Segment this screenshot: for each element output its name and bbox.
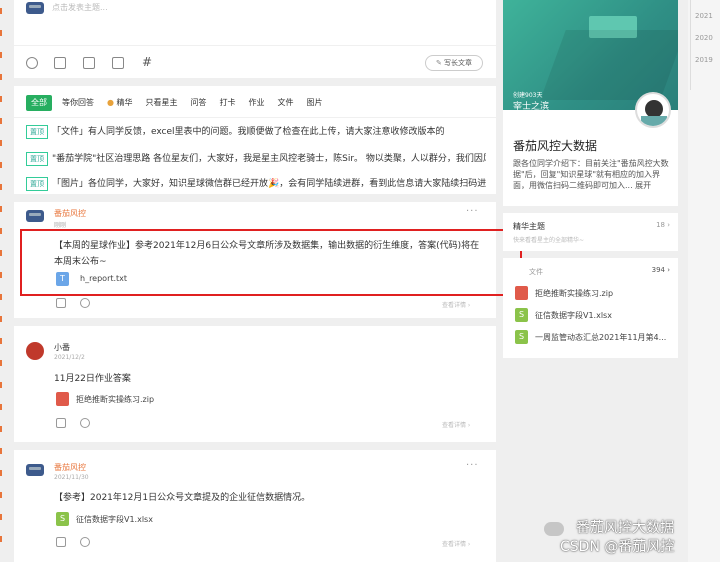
tab-qa[interactable]: 问答 [188, 95, 210, 111]
highlight-box [20, 229, 522, 296]
view-details-link[interactable]: 查看详情 › [442, 420, 470, 429]
group-info-card: 创建903天 宰士之滨 番茄风控大数据 跟各位同学介绍下：目前关注"番茄风控大数… [503, 0, 678, 206]
pinned-tag: 置顶 [26, 152, 48, 166]
divider [14, 45, 496, 46]
featured-title: 精华主题 [513, 222, 545, 231]
avatar [26, 210, 44, 222]
tab-checkin[interactable]: 打卡 [217, 95, 239, 111]
like-icon[interactable] [56, 418, 66, 428]
files-title[interactable]: 文件 [529, 267, 543, 277]
comment-icon[interactable] [80, 298, 90, 308]
more-options-icon[interactable]: ··· [466, 206, 479, 217]
year-2019[interactable]: 2019 [695, 56, 713, 64]
attachment-filename[interactable]: 征信数据字段V1.xlsx [76, 514, 153, 525]
post-card: 小番 2021/12/2 11月22日作业答案 拒绝推断实操练习.zip 查看详… [14, 326, 496, 442]
feed-card: 全部 等你回答 ● 精华 只看星主 问答 打卡 作业 文件 图片 置顶 「文件」有… [14, 86, 496, 194]
tab-homework[interactable]: 作业 [246, 95, 268, 111]
thumb-icon: ● [107, 98, 114, 107]
avatar [26, 2, 44, 14]
video-icon[interactable] [112, 57, 124, 69]
pinned-item[interactable]: 置顶 「文件」有人同学反馈，excel里表中的问题。我顺便做了检查在此上传，请大家… [26, 124, 486, 139]
view-details-link[interactable]: 查看详情 › [442, 300, 470, 309]
watermark-line1: 番茄风控大数据 [576, 520, 674, 536]
files-card: 文件 394 › 拒绝推断实操练习.zip S 征信数据字段V1.xlsx S … [503, 258, 678, 358]
file-item[interactable]: 一周监管动态汇总2021年11月第4... [535, 332, 675, 343]
image-icon[interactable] [54, 57, 66, 69]
pinned-item[interactable]: 置顶 「图片」各位同学，大家好，知识星球微信群已经开放🎉，会有同学陆续进群，看到此… [26, 176, 486, 191]
attachment-filename[interactable]: 拒绝推断实操练习.zip [76, 394, 154, 405]
divider [14, 117, 496, 118]
watermark-line2: CSDN @番茄风控 [560, 539, 675, 555]
comment-icon[interactable] [80, 418, 90, 428]
group-name: 番茄风控大数据 [513, 139, 598, 153]
post-date: 2021/11/30 [54, 474, 89, 481]
year-2021[interactable]: 2021 [695, 12, 713, 20]
post-author[interactable]: 小番 [54, 342, 70, 353]
avatar [26, 342, 44, 360]
filter-tabs: 全部 等你回答 ● 精华 只看星主 问答 打卡 作业 文件 图片 [26, 95, 326, 111]
tab-owner-only[interactable]: 只看星主 [143, 95, 181, 111]
post-date: 刚刚 [54, 222, 67, 229]
composer-card: 点击发表主题... # ✎ 写长文章 [14, 0, 496, 78]
more-options-icon[interactable]: ··· [466, 460, 479, 471]
files-count[interactable]: 394 › [652, 266, 670, 274]
hashtag-icon[interactable]: # [142, 55, 152, 69]
file-icon[interactable] [83, 57, 95, 69]
group-description: 跟各位同学介绍下：目前关注"番茄风控大数据"后，回复"知识星球"就有相应的加入界… [513, 159, 669, 190]
emoji-icon[interactable] [26, 57, 38, 69]
avatar [26, 464, 44, 476]
post-content: 【参考】2021年12月1日公众号文章提及的企业征信数据情况。 [54, 493, 311, 503]
owner-avatar[interactable] [635, 92, 671, 128]
view-details-link[interactable]: 查看详情 › [442, 539, 470, 548]
post-author[interactable]: 番茄风控 [54, 208, 86, 219]
watermark-logo-icon [544, 522, 564, 536]
post-date: 2021/12/2 [54, 354, 85, 361]
zip-file-icon [56, 392, 69, 406]
featured-subtitle: 快来看看星主的全部精华~ [513, 237, 585, 244]
pinned-tag: 置顶 [26, 177, 48, 191]
featured-count: 18 › [656, 221, 670, 229]
file-item[interactable]: 征信数据字段V1.xlsx [535, 310, 612, 321]
post-card: 番茄风控 2021/11/30 ··· 【参考】2021年12月1日公众号文章提… [14, 450, 496, 562]
owner-name[interactable]: 宰士之滨 [513, 99, 549, 112]
tab-awaiting-answer[interactable]: 等你回答 [59, 95, 97, 111]
like-icon[interactable] [56, 537, 66, 547]
excel-file-icon: S [515, 330, 528, 344]
excel-file-icon: S [515, 308, 528, 322]
pen-icon: ✎ [435, 59, 442, 67]
excel-file-icon: S [56, 512, 69, 526]
like-icon[interactable] [56, 298, 66, 308]
featured-card[interactable]: 精华主题 18 › 快来看看星主的全部精华~ [503, 213, 678, 251]
composer-input[interactable]: 点击发表主题... [52, 2, 108, 13]
post-content: 11月22日作业答案 [54, 374, 131, 384]
comment-icon[interactable] [80, 537, 90, 547]
created-days: 创建903天 [513, 92, 543, 99]
year-2020[interactable]: 2020 [695, 34, 713, 42]
pinned-item[interactable]: 置顶 "番茄学院"社区治理思路 各位星友们，大家好，我是星主风控老骑士，陈Sir。… [26, 151, 486, 166]
tab-files[interactable]: 文件 [275, 95, 297, 111]
post-author[interactable]: 番茄风控 [54, 462, 86, 473]
file-item[interactable]: 拒绝推断实操练习.zip [535, 288, 613, 299]
write-article-button[interactable]: ✎ 写长文章 [425, 55, 483, 71]
pinned-tag: 置顶 [26, 125, 48, 139]
tab-all[interactable]: 全部 [26, 95, 52, 111]
year-timeline [688, 0, 720, 562]
zip-file-icon [515, 286, 528, 300]
tab-images[interactable]: 图片 [304, 95, 326, 111]
tab-featured[interactable]: ● 精华 [104, 95, 136, 111]
